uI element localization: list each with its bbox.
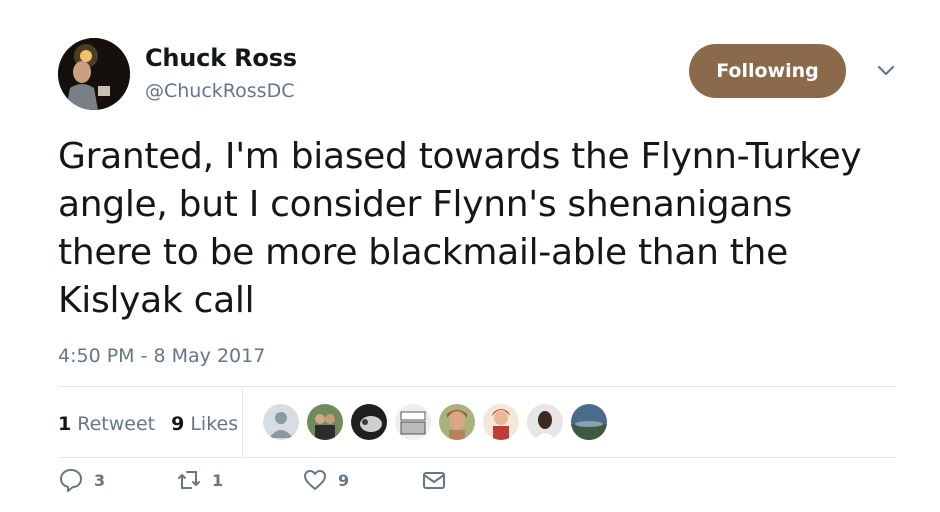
liker-avatar[interactable] (483, 404, 519, 440)
author-name[interactable]: Chuck Ross (145, 44, 297, 72)
like-button[interactable]: 9 (302, 467, 349, 493)
following-button[interactable]: Following (689, 44, 846, 98)
liker-avatars (263, 404, 615, 440)
divider (58, 457, 896, 458)
tweet-text: Granted, I'm biased towards the Flynn-Tu… (58, 133, 918, 325)
like-count: 9 (338, 470, 350, 490)
liker-avatar[interactable] (571, 404, 607, 440)
tweet-line: Granted, I'm biased towards the Flynn-Tu… (58, 136, 862, 177)
retweet-stat-label: Retweet (77, 413, 156, 435)
tweet-timestamp[interactable]: 4:50 PM - 8 May 2017 (58, 345, 265, 367)
author-handle[interactable]: @ChuckRossDC (145, 80, 294, 102)
reply-count: 3 (94, 470, 106, 490)
reply-icon (60, 469, 82, 492)
liker-avatar[interactable] (351, 404, 387, 440)
retweet-stat[interactable]: 1 Retweet (58, 413, 155, 435)
retweet-button[interactable]: 1 (176, 467, 223, 493)
engagement-stats: 1 Retweet 9 Likes (58, 413, 254, 435)
envelope-icon (423, 472, 445, 489)
tweet-line: there to be more blackmail-able than the (58, 232, 788, 273)
liker-avatar[interactable] (307, 404, 343, 440)
reply-button[interactable]: 3 (58, 467, 105, 493)
heart-icon (304, 470, 326, 490)
tweet-line: angle, but I consider Flynn's shenanigan… (58, 184, 793, 225)
likes-stat[interactable]: 9 Likes (171, 413, 238, 435)
liker-avatar[interactable] (395, 404, 431, 440)
caret-down-icon[interactable] (876, 64, 896, 78)
liker-avatar[interactable] (527, 404, 563, 440)
author-avatar[interactable] (58, 38, 130, 110)
likes-stat-count: 9 (171, 413, 185, 435)
stats-separator (242, 389, 243, 457)
liker-avatar[interactable] (263, 404, 299, 440)
direct-message-button[interactable] (421, 467, 457, 493)
retweet-count: 1 (212, 470, 224, 490)
divider (58, 386, 896, 387)
likes-stat-label: Likes (190, 413, 239, 435)
retweet-stat-count: 1 (58, 413, 72, 435)
tweet-line: Kislyak call (58, 280, 255, 321)
liker-avatar[interactable] (439, 404, 475, 440)
retweet-icon (178, 471, 200, 489)
